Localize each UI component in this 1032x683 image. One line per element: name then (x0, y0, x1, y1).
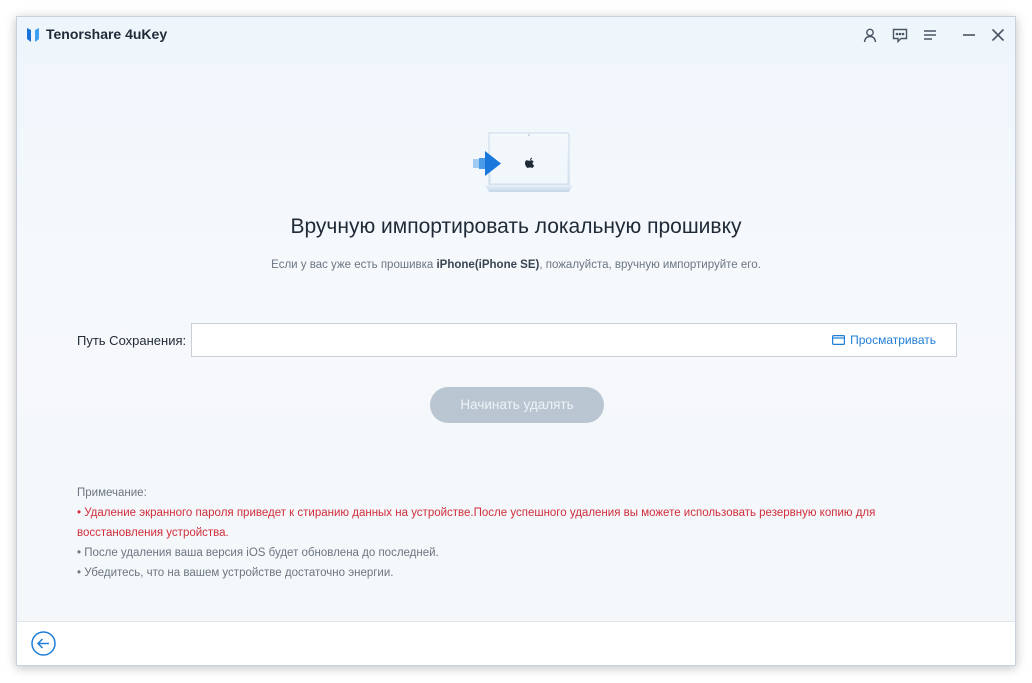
subtitle-suffix: , пожалуйста, вручную импортируйте его. (539, 259, 761, 271)
feedback-icon[interactable] (890, 25, 910, 45)
path-input[interactable] (198, 328, 818, 352)
note-item-battery: • Убедитесь, что на вашем устройстве дос… (77, 567, 394, 579)
note-item-ios-update: • После удаления ваша версия iOS будет о… (77, 547, 439, 559)
start-remove-button[interactable]: Начинать удалять (430, 387, 604, 423)
menu-icon[interactable] (920, 25, 940, 45)
browse-button[interactable]: Просматривать (832, 333, 936, 347)
title-bar: Tenorshare 4uKey (17, 17, 1015, 53)
path-label: Путь Сохранения: (77, 333, 187, 348)
note-title: Примечание: (77, 487, 147, 499)
app-title: Tenorshare 4uKey (46, 26, 168, 42)
note-item-warning: • Удаление экранного пароля приведет к с… (77, 507, 876, 539)
minimize-icon[interactable] (959, 25, 979, 45)
app-logo-icon (27, 28, 39, 42)
app-window: Tenorshare 4uKey Вручную импортировать л… (16, 16, 1016, 666)
close-icon[interactable] (988, 25, 1008, 45)
back-arrow-icon[interactable] (31, 631, 56, 656)
subtitle-prefix: Если у вас уже есть прошивка (271, 259, 437, 271)
device-name: iPhone(iPhone SE) (436, 259, 540, 271)
import-firmware-illustration (473, 132, 573, 192)
page-title: Вручную импортировать локальную прошивку (290, 215, 742, 238)
user-icon[interactable] (860, 25, 880, 45)
path-field: Просматривать (191, 323, 957, 357)
browse-label: Просматривать (850, 333, 936, 347)
footer-bar (17, 621, 1015, 665)
folder-icon (832, 335, 846, 345)
page-subtitle: Если у вас уже есть прошивка iPhone(iPho… (17, 259, 1015, 271)
note-section: Примечание: • Удаление экранного пароля … (77, 483, 957, 583)
